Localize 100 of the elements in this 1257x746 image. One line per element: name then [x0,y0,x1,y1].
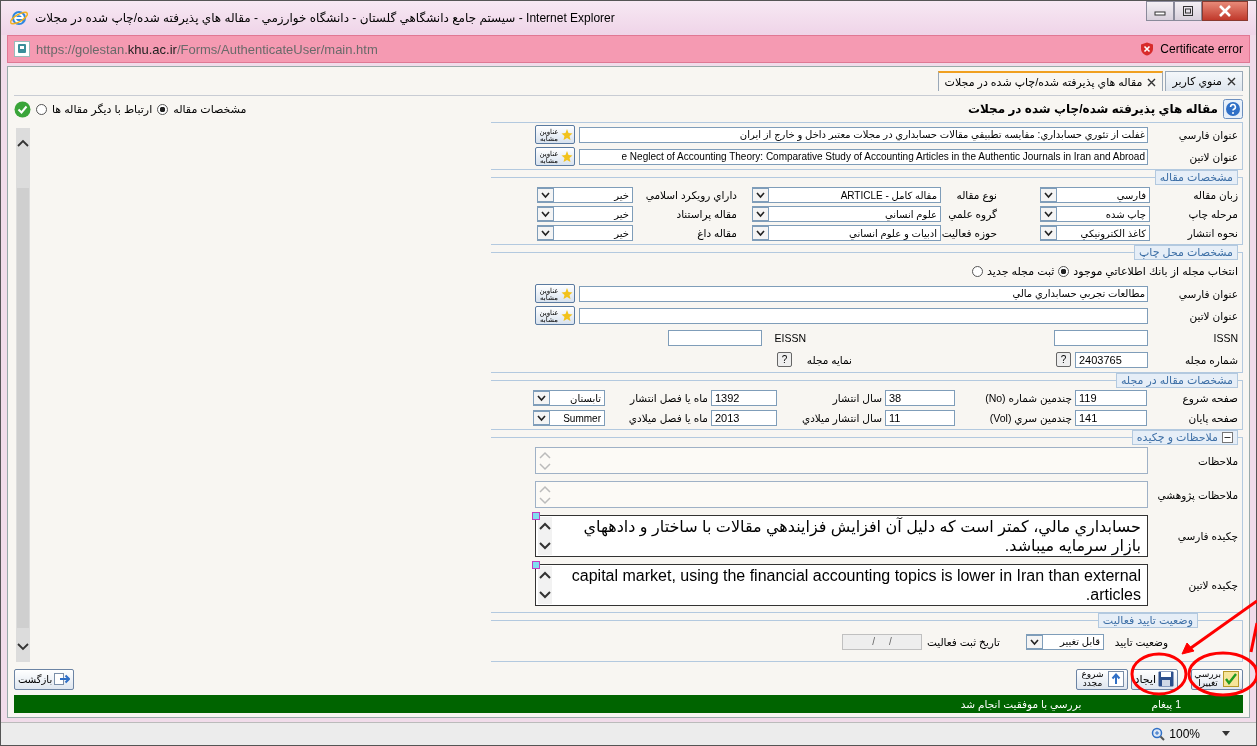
section-title: مشخصات محل چاپ [1139,246,1233,259]
caret-down-icon [752,188,769,202]
dropdown[interactable]: خير [537,206,633,222]
text-field[interactable] [668,329,762,346]
field-label: EISSN [773,331,806,344]
text-field[interactable]: 1392 [711,390,777,406]
caret-down-icon[interactable] [1222,731,1230,737]
help-icon[interactable] [1223,99,1243,119]
field-label: شماره مجله [1183,353,1238,366]
text-field[interactable]: e Neglect of Accounting Theory: Comparative Study of Accounting Articles in the Authentic Journals in Iran and Abroad [579,148,1148,165]
caret-down-icon [1040,226,1057,240]
text-field[interactable]: 119 [1075,390,1147,406]
field-label: چندمين شماره (No) [984,392,1072,404]
scroll-arrows-icon [538,517,552,555]
text-field[interactable]: 11 [885,410,955,426]
star-icon [561,150,573,163]
field-label: چكيده فارسي [1176,530,1238,542]
annotation-line [1249,622,1257,653]
close-icon [1218,5,1232,17]
close-icon[interactable] [1147,77,1157,87]
dropdown[interactable]: علوم انساني [752,206,941,222]
text-field[interactable]: 2403765 [1075,351,1148,368]
text-field[interactable]: 38 [885,390,955,406]
caret-down-icon [752,207,769,221]
text-area[interactable]: capital market, using the financial accounting topics is lower in Iran than external articles. [535,564,1148,606]
radio-button[interactable] [36,103,47,115]
message-text: بررسي با موفقيت انجام شد [960,698,1082,710]
caret-down-icon [537,226,554,240]
help-button[interactable]: ? [777,352,792,367]
action-button[interactable]: ايجاد [1130,668,1178,690]
field-label: عنوان لاتين [1188,309,1238,322]
check-circle-icon[interactable] [14,100,31,118]
resize-handle[interactable] [532,512,540,520]
option-label: مشخصات مقاله [173,102,247,116]
action-button[interactable]: بررسي تغييرا [1191,668,1243,690]
tab[interactable]: منوي كاربر [1165,71,1243,91]
check-icon [1223,671,1239,687]
section-title: ملاحظات و چكيده [1136,431,1218,444]
resize-handle[interactable] [532,561,540,569]
radio-button[interactable] [1058,266,1070,277]
browser-logo-icon [9,8,29,28]
option-label: ارتباط با ديگر مقاله ها [52,102,153,116]
scroll-thumb[interactable] [17,188,29,628]
radio-button[interactable] [157,103,169,115]
field-label: صفحه شروع [1181,392,1238,404]
field-label: سال انتشار [831,392,882,404]
help-button[interactable]: ? [1056,352,1071,367]
close-button[interactable] [1202,1,1248,21]
field-label: عنوان لاتين [1188,150,1238,163]
caret-down-icon [1040,188,1057,202]
text-field[interactable]: 2013 [711,410,777,426]
dropdown[interactable]: تابستان [533,390,605,406]
field-label: مرحله چاپ [1187,208,1238,220]
text-field[interactable]: 141 [1075,410,1147,426]
certificate-error-link[interactable]: Certificate error [1160,42,1243,56]
dropdown[interactable]: Summer [533,410,605,426]
dropdown[interactable]: ادبيات و علوم انساني [752,225,941,241]
text-field[interactable]: غفلت از تئوري حسابداري: مقايسه تطبيقي مقالات حسابداري در مجلات معتبر داخل و خارج از ايران [579,126,1148,143]
text-field[interactable] [579,307,1148,324]
restore-button[interactable] [1174,1,1202,21]
zoom-level[interactable]: 100% [1169,727,1200,741]
zoom-icon[interactable] [1151,727,1166,741]
arrow-up-icon [1107,671,1124,687]
field-label: ISSN [1212,331,1238,344]
chevron-up-icon [17,138,29,148]
text-area[interactable]: حسابداري مالي، كمتر است كه دليل آن افزايش فزايندهي مقالات با ساختار و دادههاي بازار سرمايه ميباشد. [535,515,1148,557]
star-icon [561,287,573,300]
field-label: ماه يا فصل ميلادي [627,412,708,424]
field-label: عنوان فارسي [1177,287,1238,300]
caret-down-icon [537,207,554,221]
caret-down-icon [1040,207,1057,221]
dropdown[interactable]: كاغذ الكترونيكي [1040,225,1150,241]
close-icon[interactable] [1227,77,1236,86]
star-icon [561,128,573,141]
field-label: تاريخ ثبت فعاليت [926,635,1000,648]
field-label: نوع مقاله [955,189,997,201]
dropdown[interactable]: خير [537,187,633,203]
dropdown[interactable]: خير [537,225,633,241]
field-label: نحوه انتشار [1186,227,1238,239]
text-field[interactable] [1054,329,1148,346]
dropdown[interactable]: فارسي [1040,187,1150,203]
back-button[interactable]: بازگشت [14,668,75,690]
field-label: مقاله پراستناد [675,208,737,220]
field-label: سال انتشار ميلادي [800,412,882,424]
field-label: مقاله داغ [696,227,737,239]
field-label: داراي رويكرد اسلامي [644,189,737,201]
section-title: مشخصات مقاله [1159,171,1233,184]
scrollbar[interactable] [16,128,30,662]
collapse-icon[interactable] [1222,432,1233,443]
chevron-down-icon [17,642,29,652]
page-title: مقاله هاي پذيرفته شده/چاپ شده در مجلات [967,102,1218,116]
radio-button[interactable] [972,266,984,277]
dropdown[interactable]: چاپ شده [1040,206,1150,222]
action-button[interactable]: شروع مجدد [1075,668,1128,690]
address-bar[interactable]: https://golestan.khu.ac.ir/Forms/AuthenticateUser/main.htm Certificate error [7,35,1250,63]
dropdown[interactable]: مقاله كامل - ARTICLE [752,187,941,203]
field-label: عنوان فارسي [1177,128,1238,141]
text-field[interactable]: مطالعات تجربي حسابداري مالي [579,285,1148,302]
dropdown[interactable]: قابل تغيير [1026,633,1104,650]
tab[interactable]: مقاله هاي پذيرفته شده/چاپ شده در مجلات [937,71,1164,91]
